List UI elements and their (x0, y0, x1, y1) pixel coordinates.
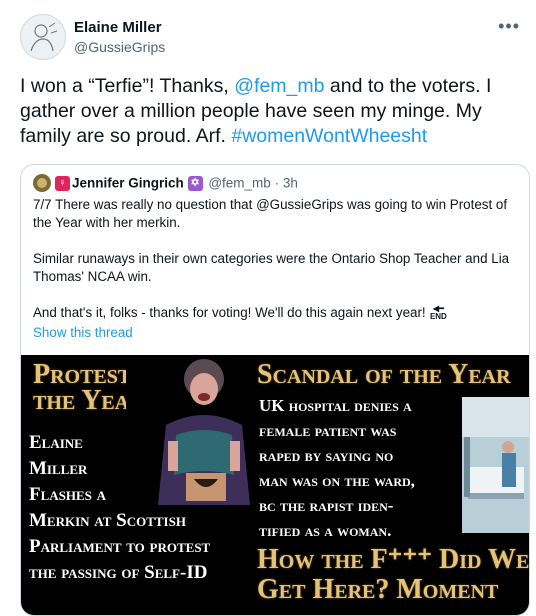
hashtag-link[interactable]: #womenWontWheesht (231, 125, 427, 147)
quoted-paragraph: Similar runaways in their own categories… (33, 251, 510, 284)
separator-dot: · (274, 175, 280, 191)
quoted-paragraph: 7/7 There was really no question that @G… (33, 197, 508, 230)
quoted-tweet-body: 7/7 There was really no question that @G… (33, 196, 519, 322)
more-options-icon[interactable]: ••• (498, 16, 520, 37)
scandal-bottom-line2: Get Here? Moment (257, 574, 499, 605)
venus-symbol-icon: ♀ (55, 175, 70, 191)
quoted-author-avatar[interactable] (33, 174, 51, 192)
quoted-tweet-time[interactable]: 3h (283, 176, 298, 191)
quoted-paragraph: And that's it, folks - thanks for voting… (33, 305, 426, 320)
hospital-photo (462, 397, 529, 533)
mention-link[interactable]: @fem_mb (234, 75, 324, 97)
author-avatar[interactable] (20, 14, 66, 60)
scandal-title: Scandal of the Year (257, 359, 511, 390)
author-handle[interactable]: @GussieGrips (74, 39, 165, 55)
tweet-text: I won a “Terfie”! Thanks, @fem_mb and to… (20, 74, 525, 149)
end-arrow-icon: ◀━ END (429, 304, 447, 322)
scandal-bottom-line1: How the F⁺⁺⁺ Did We (257, 544, 529, 575)
quoted-author-handle: @fem_mb (208, 175, 271, 191)
author-name[interactable]: Elaine Miller (74, 19, 162, 36)
tweet-header: Elaine Miller @GussieGrips ••• (20, 14, 520, 62)
quoted-author-name[interactable]: Jennifer Gingrich (72, 176, 184, 191)
quoted-tweet-header: ♀ Jennifer Gingrich ✡ @fem_mb · 3h (33, 174, 298, 194)
protest-caption: Elaine Miller Flashes a Merkin at Scotti… (29, 432, 211, 583)
show-thread-link[interactable]: Show this thread (33, 325, 133, 340)
scandal-caption: UK hospital denies a female patient was … (259, 396, 415, 540)
quoted-tweet-image[interactable]: Protest of the Year Elaine Miller Flashe… (21, 355, 529, 615)
quoted-tweet[interactable]: ♀ Jennifer Gingrich ✡ @fem_mb · 3h 7/7 Th… (20, 164, 530, 616)
avatar-drawing-icon (21, 15, 65, 59)
star-of-david-icon: ✡ (187, 175, 203, 191)
tweet-text-part-1: I won a “Terfie”! Thanks, (20, 75, 235, 97)
